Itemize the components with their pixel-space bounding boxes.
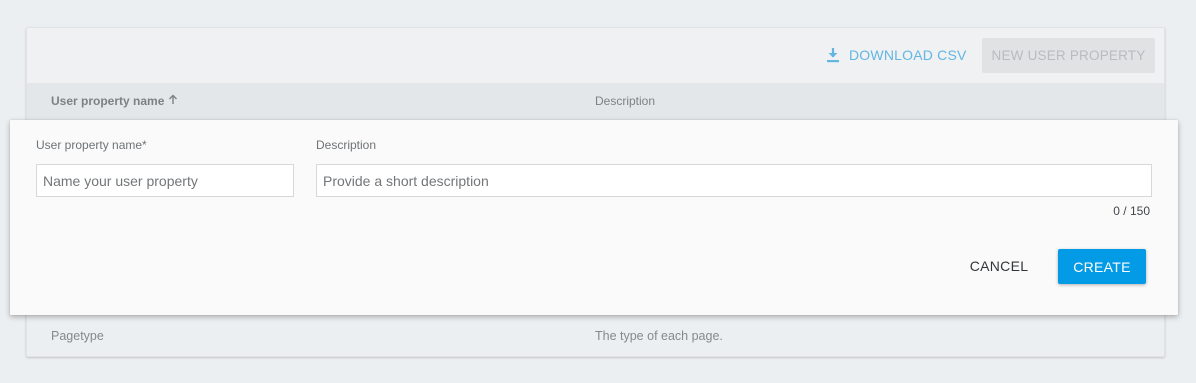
arrow-up-icon <box>168 94 178 108</box>
user-property-name-input[interactable] <box>36 164 294 197</box>
column-header-description: Description <box>595 94 656 108</box>
row-description-cell: The type of each page. <box>595 329 723 343</box>
table-row[interactable]: Pagetype The type of each page. <box>27 317 1164 356</box>
table-header: User property name Description <box>27 83 1164 120</box>
column-header-name-label: User property name <box>51 94 165 108</box>
download-icon <box>826 47 840 63</box>
toolbar: DOWNLOAD CSV NEW USER PROPERTY <box>27 28 1164 83</box>
cancel-button[interactable]: CANCEL <box>957 248 1041 284</box>
new-user-property-button[interactable]: NEW USER PROPERTY <box>982 38 1155 73</box>
column-header-name[interactable]: User property name <box>51 94 178 108</box>
name-field-label: User property name* <box>36 138 147 152</box>
character-counter: 0 / 150 <box>1113 204 1150 218</box>
description-input[interactable] <box>316 164 1152 197</box>
new-user-property-form: User property name* Description 0 / 150 … <box>10 120 1178 315</box>
name-field-label-text: User property name <box>36 138 143 152</box>
download-csv-button[interactable]: DOWNLOAD CSV <box>826 43 967 67</box>
create-button[interactable]: CREATE <box>1058 249 1146 284</box>
description-field-label: Description <box>316 138 377 152</box>
row-name-cell: Pagetype <box>51 329 104 343</box>
required-marker: * <box>142 138 147 152</box>
download-csv-label: DOWNLOAD CSV <box>849 47 967 63</box>
